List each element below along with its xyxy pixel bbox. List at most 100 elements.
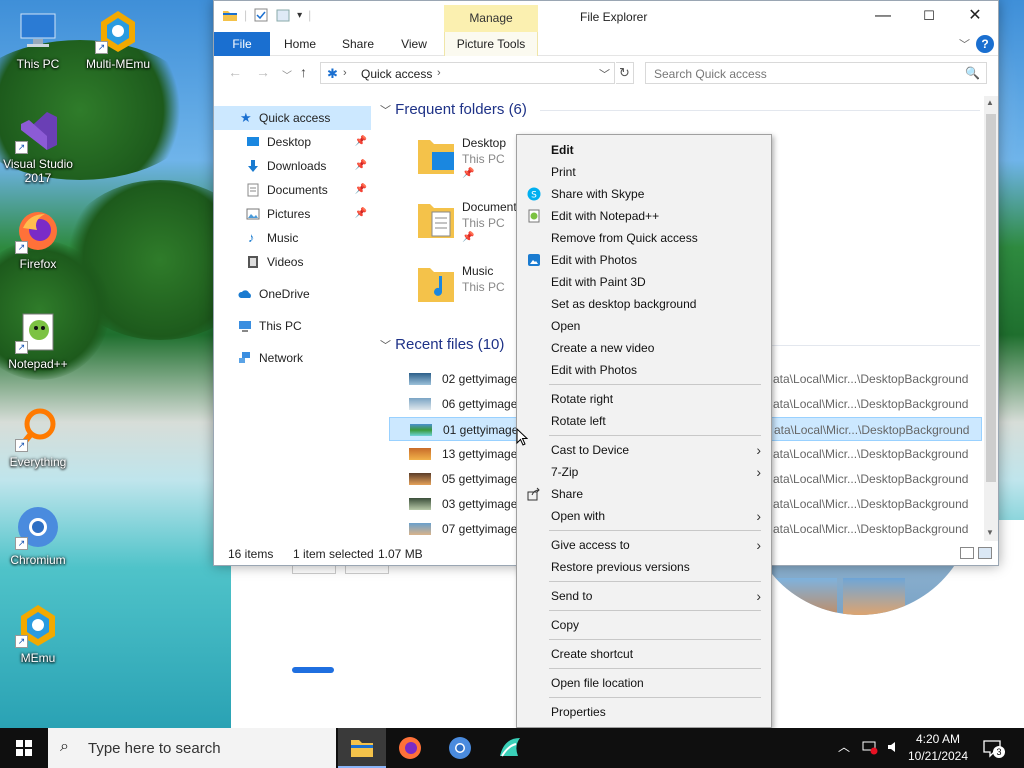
taskbar-app-teal[interactable] (486, 728, 534, 768)
minimize-button[interactable]: — (860, 1, 906, 31)
tab-manage[interactable]: Manage (444, 5, 538, 32)
collapse-chevron-icon[interactable]: ﹀ (380, 105, 391, 117)
taskbar-firefox[interactable] (386, 728, 434, 768)
properties-check-icon[interactable] (253, 7, 269, 23)
menu-item-edit-with-paint-3d[interactable]: Edit with Paint 3D (517, 271, 771, 293)
sidebar-item-pictures[interactable]: Pictures 📌 (214, 202, 371, 226)
sidebar-item-network[interactable]: Network (214, 346, 371, 370)
sidebar-item-downloads[interactable]: Downloads 📌 (214, 154, 371, 178)
search-box[interactable]: Search Quick access 🔍 (645, 62, 987, 84)
tab-view[interactable]: View (390, 32, 438, 56)
taskbar-chromium[interactable] (436, 728, 484, 768)
tab-share[interactable]: Share (334, 32, 382, 56)
start-button[interactable] (0, 728, 48, 768)
menu-item-copy[interactable]: Copy (517, 614, 771, 636)
wallpaper-thumbnail[interactable] (843, 578, 905, 615)
customize-toolbar-chevron-icon[interactable]: ▾ (297, 10, 302, 21)
forward-arrow-icon[interactable]: → (256, 64, 270, 80)
new-folder-icon[interactable] (275, 7, 291, 23)
breadcrumb-quick-access[interactable]: Quick access (361, 67, 432, 81)
menu-item-give-access-to[interactable]: Give access to › (517, 534, 771, 556)
help-icon[interactable]: ? (976, 35, 994, 53)
network-disconnected-icon[interactable] (862, 739, 878, 768)
pin-icon[interactable]: 📌 (462, 168, 474, 179)
collapse-chevron-icon[interactable]: ﹀ (380, 340, 391, 352)
menu-item-rotate-left[interactable]: Rotate left (517, 410, 771, 432)
scroll-up-arrow-icon[interactable]: ▲ (986, 98, 994, 107)
taskbar-clock[interactable]: 4:20 AM 10/21/2024 (904, 731, 972, 765)
scroll-down-arrow-icon[interactable]: ▼ (986, 528, 994, 537)
address-bar[interactable]: ✱ › Quick access › ﹀ (320, 62, 615, 84)
tab-picture-tools[interactable]: Picture Tools (444, 32, 538, 56)
folder-icon[interactable] (222, 7, 238, 23)
search-input[interactable]: Search Quick access (654, 67, 767, 81)
tab-file[interactable]: File (214, 32, 270, 56)
taskbar-search-box[interactable]: ⌕ Type here to search (48, 728, 336, 768)
menu-item-edit-with-photos[interactable]: Edit with Photos (517, 249, 771, 271)
sidebar-item-videos[interactable]: Videos (214, 250, 371, 274)
tab-home[interactable]: Home (276, 32, 324, 56)
pin-icon[interactable]: 📌 (355, 178, 367, 202)
menu-item-cast-to-device[interactable]: Cast to Device › (517, 439, 771, 461)
close-button[interactable]: ✕ (952, 1, 998, 31)
breadcrumb-separator-icon[interactable]: › (437, 67, 441, 79)
taskbar-file-explorer[interactable] (338, 728, 386, 768)
menu-item-share[interactable]: Share (517, 483, 771, 505)
recent-files-header[interactable]: ﹀ Recent files (10) (380, 336, 980, 353)
vertical-scrollbar[interactable]: ▲ ▼ (984, 96, 998, 541)
menu-item-open[interactable]: Open (517, 315, 771, 337)
sidebar-item-this-pc[interactable]: This PC (214, 314, 371, 338)
menu-item-create-a-new-video[interactable]: Create a new video (517, 337, 771, 359)
address-dropdown-chevron-icon[interactable]: ﹀ (599, 66, 610, 82)
pin-icon[interactable]: 📌 (355, 130, 367, 154)
title-bar[interactable]: | ▾ | Manage File Explorer — ☐ ✕ (214, 1, 998, 32)
desktop-icon-multi-memu[interactable]: ↗ Multi-MEmu (80, 8, 156, 71)
scrollbar-thumb[interactable] (986, 114, 996, 482)
sidebar-item-music[interactable]: ♪ Music (214, 226, 371, 250)
menu-item-edit[interactable]: Edit (517, 139, 771, 161)
menu-item-send-to[interactable]: Send to › (517, 585, 771, 607)
menu-item-share-with-skype[interactable]: S Share with Skype (517, 183, 771, 205)
back-arrow-icon[interactable]: ← (228, 64, 242, 80)
menu-item-open-file-location[interactable]: Open file location (517, 672, 771, 694)
desktop-icon-notepad-plus-plus[interactable]: ↗ Notepad++ (0, 308, 76, 371)
up-arrow-icon[interactable]: ↑ (300, 64, 307, 80)
menu-item-set-as-desktop-background[interactable]: Set as desktop background (517, 293, 771, 315)
menu-item-edit-with-photos-2[interactable]: Edit with Photos (517, 359, 771, 381)
menu-item-properties[interactable]: Properties (517, 701, 771, 723)
pin-icon[interactable]: 📌 (462, 232, 474, 243)
desktop-icon-visual-studio[interactable]: ↗ Visual Studio 2017 (0, 108, 76, 185)
show-hidden-icons-chevron-icon[interactable]: ︿ (838, 738, 850, 768)
notification-center-icon[interactable]: 3 (982, 738, 1005, 758)
sidebar-item-quick-access[interactable]: ★ Quick access (214, 106, 371, 130)
volume-icon[interactable] (886, 739, 902, 768)
menu-item-restore-previous-versions[interactable]: Restore previous versions (517, 556, 771, 578)
refresh-button[interactable]: ↻ (616, 62, 634, 84)
recent-locations-chevron-icon[interactable]: ﹀ (282, 67, 292, 82)
pin-icon[interactable]: 📌 (355, 202, 367, 226)
wallpaper-thumbnail[interactable] (775, 578, 837, 615)
menu-item-edit-with-notepad-plus-plus[interactable]: Edit with Notepad++ (517, 205, 771, 227)
desktop-icon-chromium[interactable]: ↗ Chromium (0, 504, 76, 567)
menu-item-print[interactable]: Print (517, 161, 771, 183)
desktop-icon-everything[interactable]: ↗ Everything (0, 406, 76, 469)
expand-ribbon-chevron-icon[interactable]: ﹀ (959, 36, 970, 52)
menu-item-create-shortcut[interactable]: Create shortcut (517, 643, 771, 665)
pin-icon[interactable]: 📌 (355, 154, 367, 178)
details-view-icon[interactable] (960, 547, 974, 559)
maximize-button[interactable]: ☐ (906, 1, 952, 31)
frequent-folders-header[interactable]: ﹀ Frequent folders (6) (380, 101, 980, 118)
menu-item-remove-from-quick-access[interactable]: Remove from Quick access (517, 227, 771, 249)
desktop-icon-firefox[interactable]: ↗ Firefox (0, 208, 76, 271)
large-icons-view-icon[interactable] (978, 547, 992, 559)
menu-item-7-zip[interactable]: 7-Zip › (517, 461, 771, 483)
sidebar-item-onedrive[interactable]: OneDrive (214, 282, 371, 306)
sidebar-item-documents[interactable]: Documents 📌 (214, 178, 371, 202)
desktop-icon-memu[interactable]: ↗ MEmu (0, 602, 76, 665)
sidebar-item-desktop[interactable]: Desktop 📌 (214, 130, 371, 154)
menu-item-open-with[interactable]: Open with › (517, 505, 771, 527)
breadcrumb-separator-icon[interactable]: › (343, 67, 347, 79)
desktop-icon-this-pc[interactable]: This PC (0, 8, 76, 71)
menu-item-rotate-right[interactable]: Rotate right (517, 388, 771, 410)
taskbar-search-input[interactable]: Type here to search (88, 740, 221, 757)
